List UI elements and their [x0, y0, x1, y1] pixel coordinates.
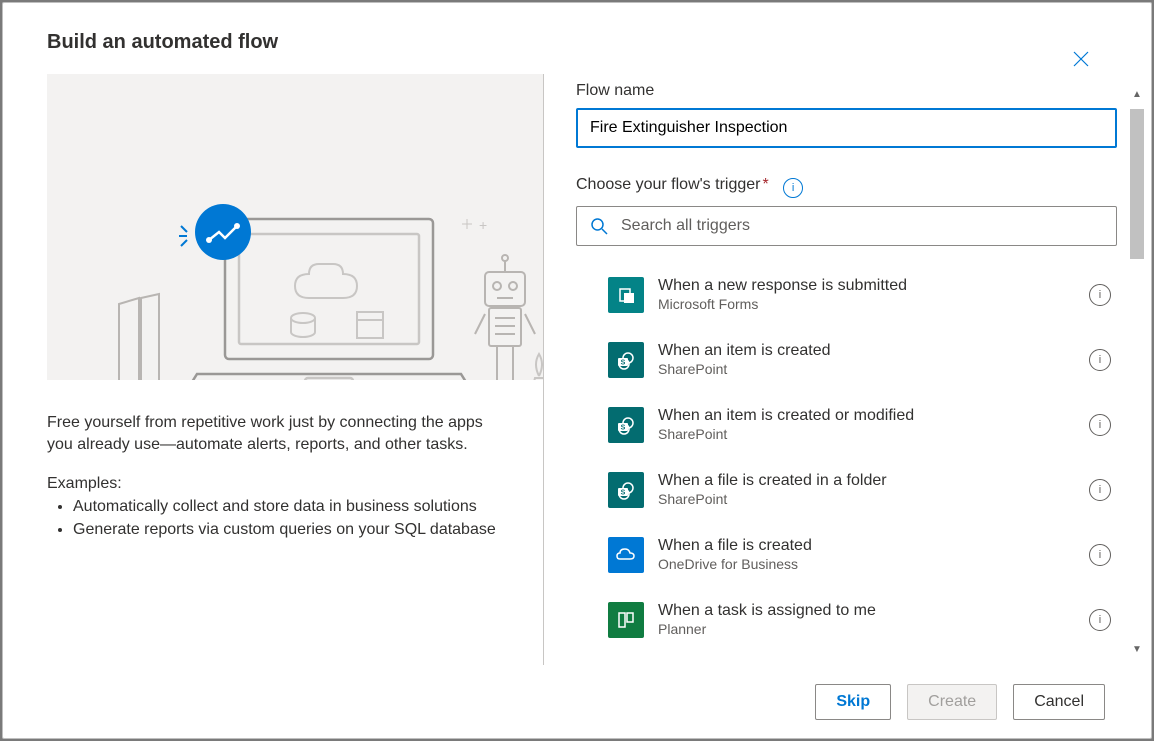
cancel-button[interactable]: Cancel — [1013, 684, 1105, 720]
forms-connector-icon — [608, 277, 644, 313]
close-button[interactable] — [1065, 43, 1097, 75]
right-panel: Flow name Choose your flow's trigger* i — [544, 74, 1117, 665]
trigger-title: When an item is created — [658, 341, 1089, 361]
trigger-text: When a task is assigned to mePlanner — [658, 601, 1089, 639]
trigger-text: When a file is createdOneDrive for Busin… — [658, 536, 1089, 574]
trigger-connector: OneDrive for Business — [658, 556, 1089, 574]
trigger-item[interactable]: S When an item is created or modifiedShar… — [608, 392, 1117, 457]
trigger-connector: SharePoint — [658, 361, 1089, 379]
scroll-up-icon[interactable]: ▲ — [1129, 87, 1145, 101]
svg-text:S: S — [621, 489, 626, 496]
trigger-text: When an item is createdSharePoint — [658, 341, 1089, 379]
trigger-text: When a new response is submittedMicrosof… — [658, 276, 1089, 314]
trigger-connector: Planner — [658, 621, 1089, 639]
scroll-thumb[interactable] — [1130, 109, 1144, 259]
trigger-item[interactable]: When a task is assigned to mePlanneri — [608, 587, 1117, 652]
trigger-connector: SharePoint — [658, 426, 1089, 444]
automated-flow-dialog: Build an automated flow — [2, 2, 1152, 739]
trigger-title: When an item is created or modified — [658, 406, 1089, 426]
sp-connector-icon: S — [608, 472, 644, 508]
required-asterisk: * — [762, 176, 768, 193]
flow-name-label: Flow name — [576, 82, 1117, 100]
flow-name-input[interactable] — [576, 108, 1117, 148]
info-icon[interactable]: i — [1089, 349, 1111, 371]
dialog-title: Build an automated flow — [47, 31, 1117, 54]
sp-connector-icon: S — [608, 407, 644, 443]
example-item: Generate reports via custom queries on y… — [73, 518, 511, 541]
sp-connector-icon: S — [608, 342, 644, 378]
search-icon — [590, 217, 608, 235]
trigger-title: When a new response is submitted — [658, 276, 1089, 296]
dialog-footer: Skip Create Cancel — [3, 665, 1151, 738]
hero-description: Free yourself from repetitive work just … — [47, 412, 511, 457]
trigger-item[interactable]: When a file is createdOneDrive for Busin… — [608, 522, 1117, 587]
scroll-down-icon[interactable]: ▼ — [1129, 642, 1145, 656]
trigger-connector: Microsoft Forms — [658, 296, 1089, 314]
trigger-title: When a file is created in a folder — [658, 471, 1089, 491]
info-icon[interactable]: i — [1089, 479, 1111, 501]
skip-button[interactable]: Skip — [815, 684, 891, 720]
scrollbar[interactable]: ▲ ▼ — [1129, 87, 1145, 656]
info-icon[interactable]: i — [1089, 609, 1111, 631]
hero-illustration: + — [47, 74, 543, 380]
create-button[interactable]: Create — [907, 684, 997, 720]
trigger-label: Choose your flow's trigger* i — [576, 176, 1117, 198]
trigger-search-input[interactable] — [576, 206, 1117, 246]
trigger-item[interactable]: When a new response is submittedMicrosof… — [608, 262, 1117, 327]
info-icon[interactable]: i — [1089, 284, 1111, 306]
svg-text:S: S — [621, 359, 626, 366]
onedrive-connector-icon — [608, 537, 644, 573]
trigger-item[interactable]: S When an item is createdSharePointi — [608, 327, 1117, 392]
trigger-title: When a file is created — [658, 536, 1089, 556]
left-panel: + Free yourself from repetitive work jus… — [47, 74, 543, 665]
examples-heading: Examples: — [47, 475, 511, 493]
trigger-text: When an item is created or modifiedShare… — [658, 406, 1089, 444]
info-icon[interactable]: i — [1089, 414, 1111, 436]
trigger-connector: SharePoint — [658, 491, 1089, 509]
close-icon — [1073, 51, 1089, 67]
info-icon[interactable]: i — [783, 178, 803, 198]
example-item: Automatically collect and store data in … — [73, 495, 511, 518]
svg-text:+: + — [479, 217, 487, 233]
trigger-title: When a task is assigned to me — [658, 601, 1089, 621]
trigger-text: When a file is created in a folderShareP… — [658, 471, 1089, 509]
svg-text:S: S — [621, 424, 626, 431]
trigger-item[interactable]: S When a file is created in a folderShare… — [608, 457, 1117, 522]
trigger-list[interactable]: When a new response is submittedMicrosof… — [576, 262, 1117, 665]
planner-connector-icon — [608, 602, 644, 638]
info-icon[interactable]: i — [1089, 544, 1111, 566]
examples-list: Automatically collect and store data in … — [47, 495, 511, 541]
